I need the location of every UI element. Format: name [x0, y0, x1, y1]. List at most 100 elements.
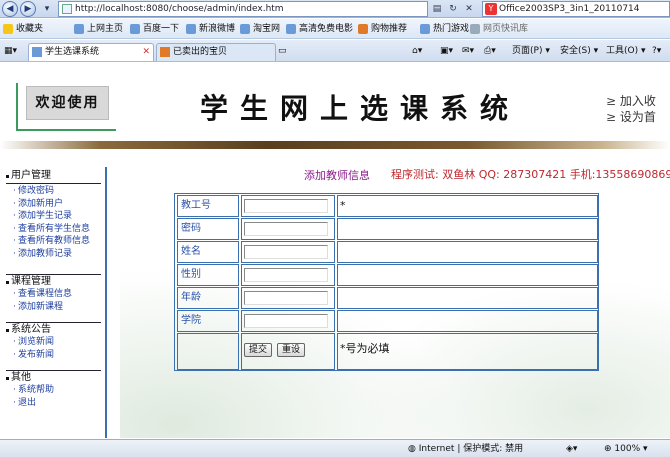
- favorite-link[interactable]: 网页快讯库: [470, 22, 528, 36]
- page-heading: 添加教师信息: [304, 169, 370, 182]
- divider: [6, 322, 101, 323]
- form-row-age: 年龄: [176, 287, 599, 309]
- page-icon: [62, 4, 72, 14]
- note-cell: *: [337, 195, 598, 217]
- sidebar-item-logout[interactable]: 退出: [6, 397, 101, 410]
- address-toolbar: ◀ ▶ ▾ http://localhost:8080/choose/admin…: [0, 0, 670, 18]
- favorite-link[interactable]: 淘宝网: [240, 22, 280, 36]
- college-input[interactable]: [244, 314, 328, 328]
- gender-input[interactable]: [244, 268, 328, 282]
- favorites-label: 收藏夹: [16, 24, 44, 34]
- favorite-link[interactable]: 热门游戏: [420, 22, 469, 36]
- note-cell: [337, 218, 598, 240]
- page-icon: [130, 24, 140, 34]
- help-icon[interactable]: ?▾: [652, 44, 661, 58]
- form-row-gender: 性别: [176, 264, 599, 286]
- sidebar-item-add-course[interactable]: 添加新课程: [6, 301, 101, 314]
- globe-icon: ◍: [408, 444, 419, 454]
- page-menu-label: 页面(P): [512, 46, 543, 56]
- header-banner: 欢迎使用 学生网上选课系统 ≥ 加入收 ≥ 设为首: [0, 63, 670, 149]
- favorite-link[interactable]: 上网主页: [74, 22, 123, 36]
- brush-divider: [0, 141, 670, 149]
- quick-tabs-icon[interactable]: ▦▾: [4, 44, 17, 58]
- input-cell: [241, 264, 335, 286]
- submit-button[interactable]: 提交: [244, 343, 273, 357]
- teacher-id-input[interactable]: [244, 199, 328, 213]
- password-input[interactable]: [244, 222, 328, 236]
- section-title: 用户管理: [6, 170, 101, 182]
- back-button[interactable]: ◀: [2, 1, 18, 17]
- section-title: 其他: [6, 372, 101, 384]
- sidebar-item-add-user[interactable]: 添加新用户: [6, 198, 101, 211]
- sidebar-item-help[interactable]: 系统帮助: [6, 384, 101, 397]
- label-cell: 性别: [177, 264, 239, 286]
- search-provider-icon: Y: [485, 3, 497, 15]
- page-icon: [74, 24, 84, 34]
- set-homepage-link[interactable]: ≥ 设为首: [606, 109, 656, 125]
- sidebar-item-publish-news[interactable]: 发布新闻: [6, 349, 101, 362]
- zoom-control[interactable]: ⊕ 100% ▾: [604, 442, 648, 456]
- reset-button[interactable]: 重设: [277, 343, 306, 357]
- stop-icon[interactable]: ✕: [462, 2, 476, 16]
- label-cell: 学院: [177, 310, 239, 332]
- note-cell: [337, 310, 598, 332]
- tab-inactive[interactable]: 已卖出的宝贝: [156, 43, 276, 61]
- compatibility-icon[interactable]: ▤: [430, 2, 444, 16]
- tab-label: 已卖出的宝贝: [173, 47, 228, 57]
- favorite-link[interactable]: 新浪微博: [186, 22, 235, 36]
- search-input[interactable]: Y Office2003SP3_3in1_20110714: [482, 1, 670, 17]
- safety-menu[interactable]: 安全(S) ▾: [560, 44, 598, 58]
- zoom-icon: ⊕: [604, 444, 615, 454]
- search-text: Office2003SP3_3in1_20110714: [499, 4, 640, 14]
- sidebar-item-change-password[interactable]: 修改密码: [6, 185, 101, 198]
- page-icon: [470, 24, 480, 34]
- feeds-icon[interactable]: ▣▾: [440, 44, 453, 58]
- note-cell: [337, 264, 598, 286]
- button-cell: 提交 重设: [241, 333, 335, 370]
- page-icon: [420, 24, 430, 34]
- tab-bar: ▦▾ 学生选课系统 ✕ 已卖出的宝贝 ▭ ⌂▾ ▣▾ ✉▾ ⎙▾ 页面(P) ▾…: [0, 40, 670, 62]
- close-icon[interactable]: ✕: [142, 44, 150, 60]
- age-input[interactable]: [244, 291, 328, 305]
- name-input[interactable]: [244, 245, 328, 259]
- page-icon: [358, 24, 368, 34]
- form-row-college: 学院: [176, 310, 599, 332]
- favorite-label: 上网主页: [87, 24, 124, 34]
- favorite-label: 购物推荐: [371, 24, 408, 34]
- form-row-id: 教工号 *: [176, 195, 599, 217]
- star-icon: [3, 24, 13, 34]
- sidebar-item-browse-news[interactable]: 浏览新闻: [6, 336, 101, 349]
- field-label: 性别: [181, 269, 201, 280]
- dropdown-icon[interactable]: ▾: [40, 2, 54, 16]
- forward-button[interactable]: ▶: [20, 1, 36, 17]
- new-tab-button[interactable]: ▭: [278, 44, 287, 58]
- favorites-button[interactable]: 收藏夹: [3, 22, 43, 36]
- safety-menu-label: 安全(S): [560, 46, 591, 56]
- favorite-label: 新浪微博: [199, 24, 236, 34]
- field-label: 学院: [181, 315, 201, 326]
- sidebar-item-view-courses[interactable]: 查看课程信息: [6, 288, 101, 301]
- sidebar-item-view-students[interactable]: 查看所有学生信息: [6, 223, 101, 236]
- add-favorite-link[interactable]: ≥ 加入收: [606, 93, 656, 109]
- empty-cell: [177, 333, 239, 370]
- favorite-link[interactable]: 百度一下: [130, 22, 179, 36]
- refresh-icon[interactable]: ↻: [446, 2, 460, 16]
- divider: [6, 274, 101, 275]
- sidebar-item-add-teacher[interactable]: 添加教师记录: [6, 248, 101, 261]
- mail-icon[interactable]: ✉▾: [462, 44, 474, 58]
- sidebar-item-view-teachers[interactable]: 查看所有教师信息: [6, 235, 101, 248]
- tab-active[interactable]: 学生选课系统 ✕: [28, 43, 154, 61]
- address-bar[interactable]: http://localhost:8080/choose/admin/index…: [58, 1, 428, 17]
- protected-mode-icon[interactable]: ◈▾: [566, 442, 577, 456]
- note-cell: *号为必填: [337, 333, 598, 370]
- zone-status[interactable]: ◍ Internet | 保护模式: 禁用: [408, 442, 523, 456]
- required-mark: *: [340, 199, 346, 212]
- page-menu[interactable]: 页面(P) ▾: [512, 44, 550, 58]
- favorite-link[interactable]: 购物推荐: [358, 22, 407, 36]
- home-icon[interactable]: ⌂▾: [412, 44, 422, 58]
- tools-menu[interactable]: 工具(O) ▾: [606, 44, 646, 58]
- favorite-link[interactable]: 高清免费电影: [286, 22, 353, 36]
- print-icon[interactable]: ⎙▾: [484, 44, 496, 58]
- sidebar-item-add-student[interactable]: 添加学生记录: [6, 210, 101, 223]
- developer-info: 程序测试: 双鱼林 QQ: 287307421 手机:13558690869: [391, 168, 670, 181]
